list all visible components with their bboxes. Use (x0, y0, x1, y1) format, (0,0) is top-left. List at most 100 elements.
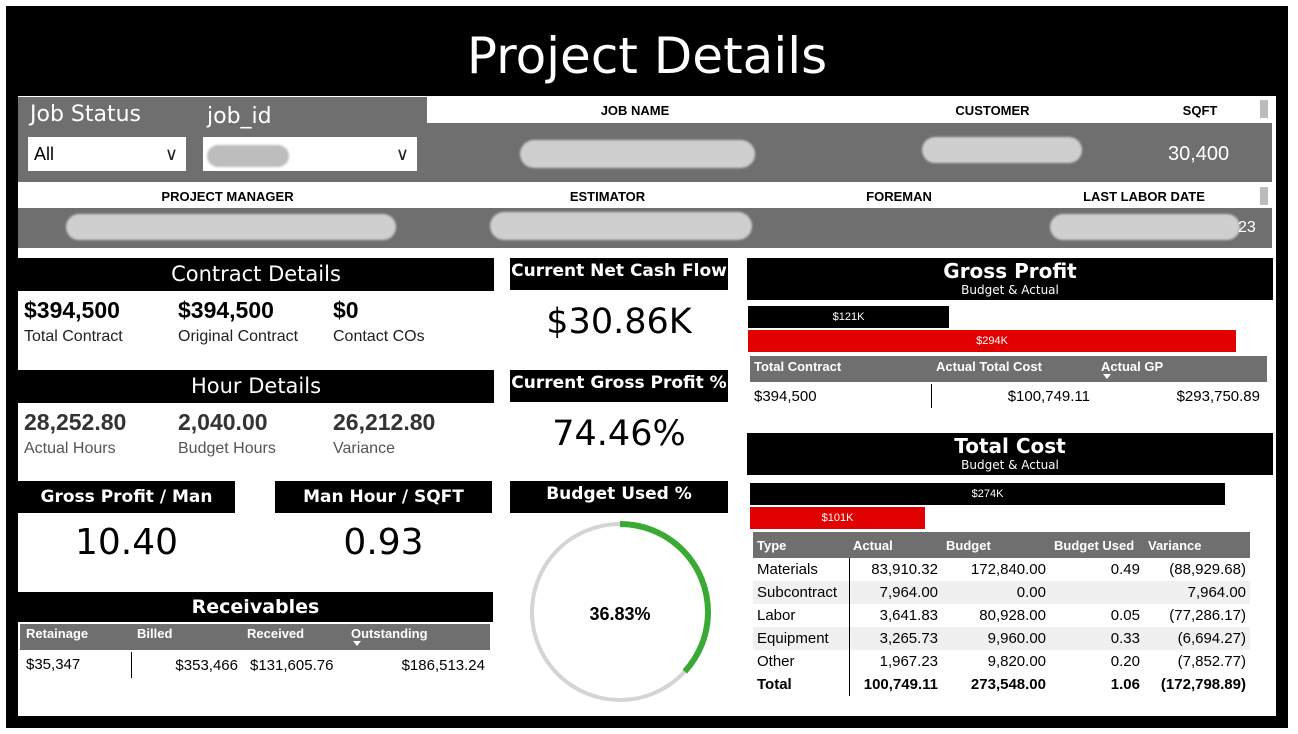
bar-budget[interactable]: $274K (750, 483, 1225, 505)
receivables-retainage: $35,347 (26, 656, 81, 673)
table-cell: 100,749.11 (848, 673, 942, 696)
bar-label: $121K (832, 311, 865, 323)
col-variance: Variance (1144, 532, 1250, 558)
table-cell: 0.33 (1110, 630, 1140, 647)
total-contract-label: Total Contract (24, 328, 123, 345)
column-divider (131, 652, 132, 678)
receivables-col-received: Received (247, 626, 305, 641)
table-header-row: Type Actual Budget Budget Used Variance (753, 532, 1250, 558)
gp-man-hour-title: Gross Profit / Man Hour (18, 481, 235, 539)
scrollbar[interactable] (1260, 187, 1268, 205)
gp-actual-gp: $293,750.89 (1176, 388, 1260, 405)
receivables-title: Receivables (18, 592, 493, 622)
table-cell: 0.20 (1110, 653, 1140, 670)
job-status-label: Job Status (30, 102, 142, 127)
table-cell: Equipment (757, 630, 829, 647)
table-row: Equipment 3,265.73 9,960.00 0.33 (6,694.27) (753, 627, 1250, 650)
net-cash-flow-title: Current Net Cash Flow (510, 258, 728, 290)
contract-cos-value: $0 (333, 297, 359, 323)
budget-used-title: Budget Used % (510, 481, 728, 513)
table-cell: Other (757, 653, 795, 670)
table-cell: 172,840.00 (970, 561, 1046, 578)
table-cell: 80,928.00 (979, 607, 1046, 624)
bar-label: $294K (976, 335, 1008, 347)
table-cell: (77,286.17) (1169, 607, 1246, 624)
table-cell: 1,967.23 (848, 650, 942, 673)
col-type: Type (753, 532, 849, 558)
bar-label: $274K (971, 488, 1004, 500)
gp-total-contract: $394,500 (754, 388, 817, 405)
total-row: Total 100,749.11 273,548.00 1.06 (172,798.89… (753, 673, 1250, 696)
table-cell: 3,265.73 (848, 627, 942, 650)
bar-actual[interactable]: $101K (750, 507, 925, 529)
job-status-value: All (34, 144, 55, 164)
gp-col-actual-gp[interactable]: Actual GP (1101, 359, 1163, 374)
bar-budget[interactable]: $121K (748, 306, 949, 328)
bar-actual[interactable]: $294K (748, 330, 1236, 352)
total-cost-rows: Materials 83,910.32 172,840.00 0.49 (88,929.… (753, 558, 1250, 696)
column-divider (931, 384, 932, 408)
col-actual: Actual (849, 532, 942, 558)
redacted-customer (922, 137, 1082, 163)
header-sqft: SQFT (1182, 103, 1218, 118)
page-title: Project Details (466, 27, 828, 85)
table-cell: Labor (757, 607, 796, 624)
table-cell: 0.05 (1110, 607, 1140, 624)
gp-actual-total-cost: $100,749.11 (1007, 388, 1090, 405)
net-cash-flow-value: $30.86K (546, 302, 692, 342)
gp-man-hour-value: 10.40 (74, 522, 179, 563)
table-row: Subcontract 7,964.00 0.00 7,964.00 (753, 581, 1250, 604)
last-labor-date-suffix: 23 (1238, 219, 1256, 236)
table-row: Other 1,967.23 9,820.00 0.20 (7,852.77) (753, 650, 1250, 673)
actual-hours-value: 28,252.80 (24, 409, 127, 435)
gp-col-total-contract: Total Contract (754, 359, 842, 374)
original-contract-value: $394,500 (178, 297, 274, 323)
original-contract-label: Original Contract (178, 328, 299, 345)
receivables-col-outstanding[interactable]: Outstanding (351, 626, 428, 641)
man-hour-sqft-value: 0.93 (343, 522, 424, 563)
sort-desc-icon[interactable] (1103, 374, 1111, 379)
table-cell: 7,964.00 (1187, 584, 1246, 601)
table-cell: 9,820.00 (987, 653, 1046, 670)
bar-label: $101K (821, 512, 854, 524)
total-cost-subtitle: Budget & Actual (961, 458, 1059, 472)
variance-hours-value: 26,212.80 (333, 409, 436, 435)
table-cell: (6,694.27) (1177, 630, 1246, 647)
header-last-labor-date: LAST LABOR DATE (1083, 189, 1205, 204)
actual-hours-label: Actual Hours (24, 440, 116, 457)
table-cell: 3,641.83 (848, 604, 942, 627)
sort-desc-icon[interactable] (353, 641, 361, 646)
col-budget-used: Budget Used (1050, 532, 1144, 558)
table-cell: Materials (757, 561, 818, 578)
redacted-job-name (520, 140, 755, 168)
job-status-dropdown[interactable]: All ∨ (28, 137, 186, 171)
header-estimator: ESTIMATOR (569, 189, 646, 204)
table-cell: (172,798.89) (1160, 676, 1246, 693)
receivables-billed: $353,466 (175, 657, 238, 674)
table-cell: 1.06 (1110, 676, 1140, 693)
table-cell: Total (757, 676, 792, 693)
total-cost-title: Total Cost (954, 434, 1066, 458)
receivables-received: $131,605.76 (250, 657, 334, 674)
contract-details-title: Contract Details (18, 258, 494, 291)
table-cell: 0.00 (1016, 584, 1046, 601)
chevron-down-icon: ∨ (164, 144, 178, 164)
gp-col-actual-total-cost: Actual Total Cost (936, 359, 1042, 374)
info-row1-header (427, 97, 1272, 123)
header-customer: CUSTOMER (955, 103, 1030, 118)
gross-profit-subtitle: Budget & Actual (961, 283, 1059, 297)
header-job-name: JOB NAME (600, 103, 670, 118)
table-cell: 9,960.00 (987, 630, 1046, 647)
gross-profit-pct-value: 74.46% (552, 414, 686, 454)
redacted-job-id (207, 145, 289, 167)
chevron-down-icon: ∨ (395, 144, 409, 164)
total-cost-table: Type Actual Budget Budget Used Variance … (753, 532, 1250, 696)
variance-hours-label: Variance (333, 440, 395, 457)
contract-cos-label: Contact COs (333, 328, 425, 345)
table-cell: Subcontract (757, 584, 838, 601)
budget-hours-label: Budget Hours (178, 440, 276, 457)
scrollbar[interactable] (1260, 100, 1268, 118)
header-foreman: FOREMAN (866, 189, 932, 204)
job-id-dropdown[interactable]: ∨ (203, 137, 417, 171)
receivables-col-billed: Billed (137, 626, 173, 641)
